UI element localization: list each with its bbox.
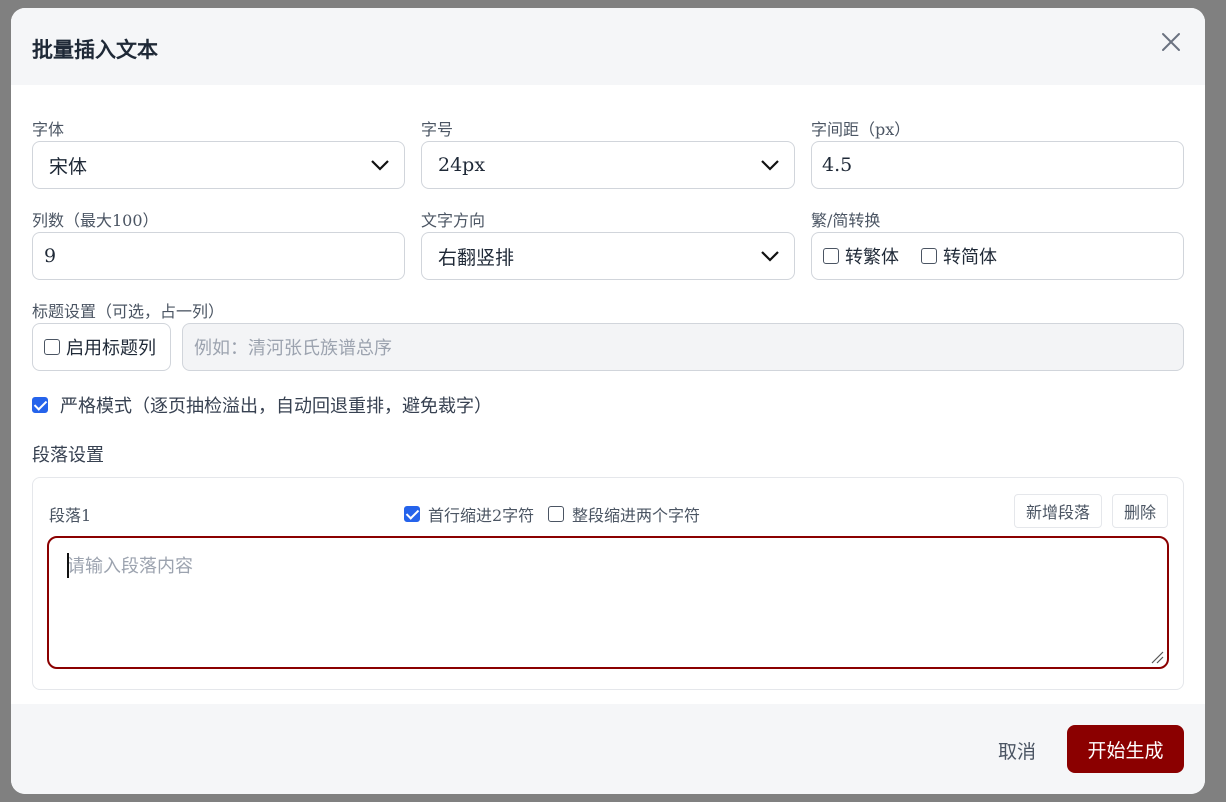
convert-label: 繁/简转换	[811, 211, 881, 230]
direction-select-value: 右翻竖排	[438, 246, 515, 269]
strict-mode-label: 严格模式（逐页抽检溢出，自动回退重排，避免裁字）	[60, 396, 492, 417]
direction-label: 文字方向	[421, 211, 486, 230]
title-input[interactable]: 例如：清河张氏族谱总序	[182, 323, 1184, 371]
first-line-indent-label: 首行缩进2字符	[428, 506, 535, 525]
text-caret	[67, 553, 69, 578]
paragraph-content-placeholder: 请输入段落内容	[67, 556, 193, 577]
columns-label: 列数（最大100）	[32, 211, 159, 230]
whole-indent-row[interactable]: 整段缩进两个字符	[548, 502, 700, 526]
batch-insert-dialog: 批量插入文本 字体 宋体 字号 24px 字间距（px） 4.5 列数（最大10…	[11, 8, 1205, 794]
enable-title-toggle[interactable]: 启用标题列	[32, 323, 171, 371]
chevron-down-icon	[760, 248, 780, 264]
simplified-checkbox[interactable]	[921, 248, 937, 264]
start-generate-button[interactable]: 开始生成	[1067, 725, 1184, 773]
columns-input[interactable]: 9	[32, 232, 405, 280]
spacing-input-value: 4.5	[822, 154, 853, 176]
size-label: 字号	[421, 120, 454, 139]
size-select-value: 24px	[438, 154, 486, 176]
close-icon[interactable]	[1159, 30, 1183, 54]
font-select[interactable]: 宋体	[32, 141, 405, 189]
spacing-input[interactable]: 4.5	[811, 141, 1184, 189]
delete-paragraph-button[interactable]: 删除	[1112, 494, 1168, 528]
first-line-indent-checkbox[interactable]	[404, 506, 420, 522]
paragraph-section-title: 段落设置	[32, 445, 104, 466]
strict-mode-row[interactable]: 严格模式（逐页抽检溢出，自动回退重排，避免裁字）	[32, 392, 492, 418]
whole-indent-checkbox[interactable]	[548, 506, 564, 522]
simplified-label: 转简体	[943, 247, 997, 268]
simplified-checkbox-row[interactable]: 转简体	[921, 243, 997, 269]
whole-indent-label: 整段缩进两个字符	[572, 506, 701, 525]
chevron-down-icon	[370, 157, 390, 173]
paragraph-card: 段落1 首行缩进2字符 整段缩进两个字符 新增段落 删除 请输入段落内容	[32, 477, 1184, 690]
paragraph-name: 段落1	[49, 506, 92, 525]
enable-title-checkbox[interactable]	[44, 339, 60, 355]
font-select-value: 宋体	[49, 155, 88, 178]
cancel-button[interactable]: 取消	[998, 737, 1036, 764]
first-line-indent-row[interactable]: 首行缩进2字符	[404, 502, 534, 526]
size-select[interactable]: 24px	[421, 141, 795, 189]
paragraph-content-input[interactable]: 请输入段落内容	[47, 536, 1169, 669]
columns-input-value: 9	[44, 245, 57, 267]
direction-select[interactable]: 右翻竖排	[421, 232, 795, 280]
enable-title-row: 启用标题列	[44, 334, 156, 360]
convert-group: 转繁体 转简体	[811, 232, 1184, 280]
dialog-title: 批量插入文本	[32, 37, 158, 62]
chevron-down-icon	[760, 157, 780, 173]
resize-handle-icon[interactable]	[1150, 650, 1164, 664]
dialog-header: 批量插入文本	[11, 8, 1205, 85]
enable-title-label: 启用标题列	[66, 338, 156, 359]
dialog-footer: 取消 开始生成	[11, 704, 1205, 794]
add-paragraph-button[interactable]: 新增段落	[1014, 494, 1102, 528]
title-input-placeholder: 例如：清河张氏族谱总序	[194, 338, 392, 359]
traditional-label: 转繁体	[845, 247, 899, 268]
font-label: 字体	[32, 120, 65, 139]
strict-mode-checkbox[interactable]	[32, 397, 48, 413]
title-settings-label: 标题设置（可选，占一列）	[32, 302, 225, 321]
traditional-checkbox-row[interactable]: 转繁体	[823, 243, 899, 269]
traditional-checkbox[interactable]	[823, 248, 839, 264]
spacing-label: 字间距（px）	[811, 120, 911, 139]
